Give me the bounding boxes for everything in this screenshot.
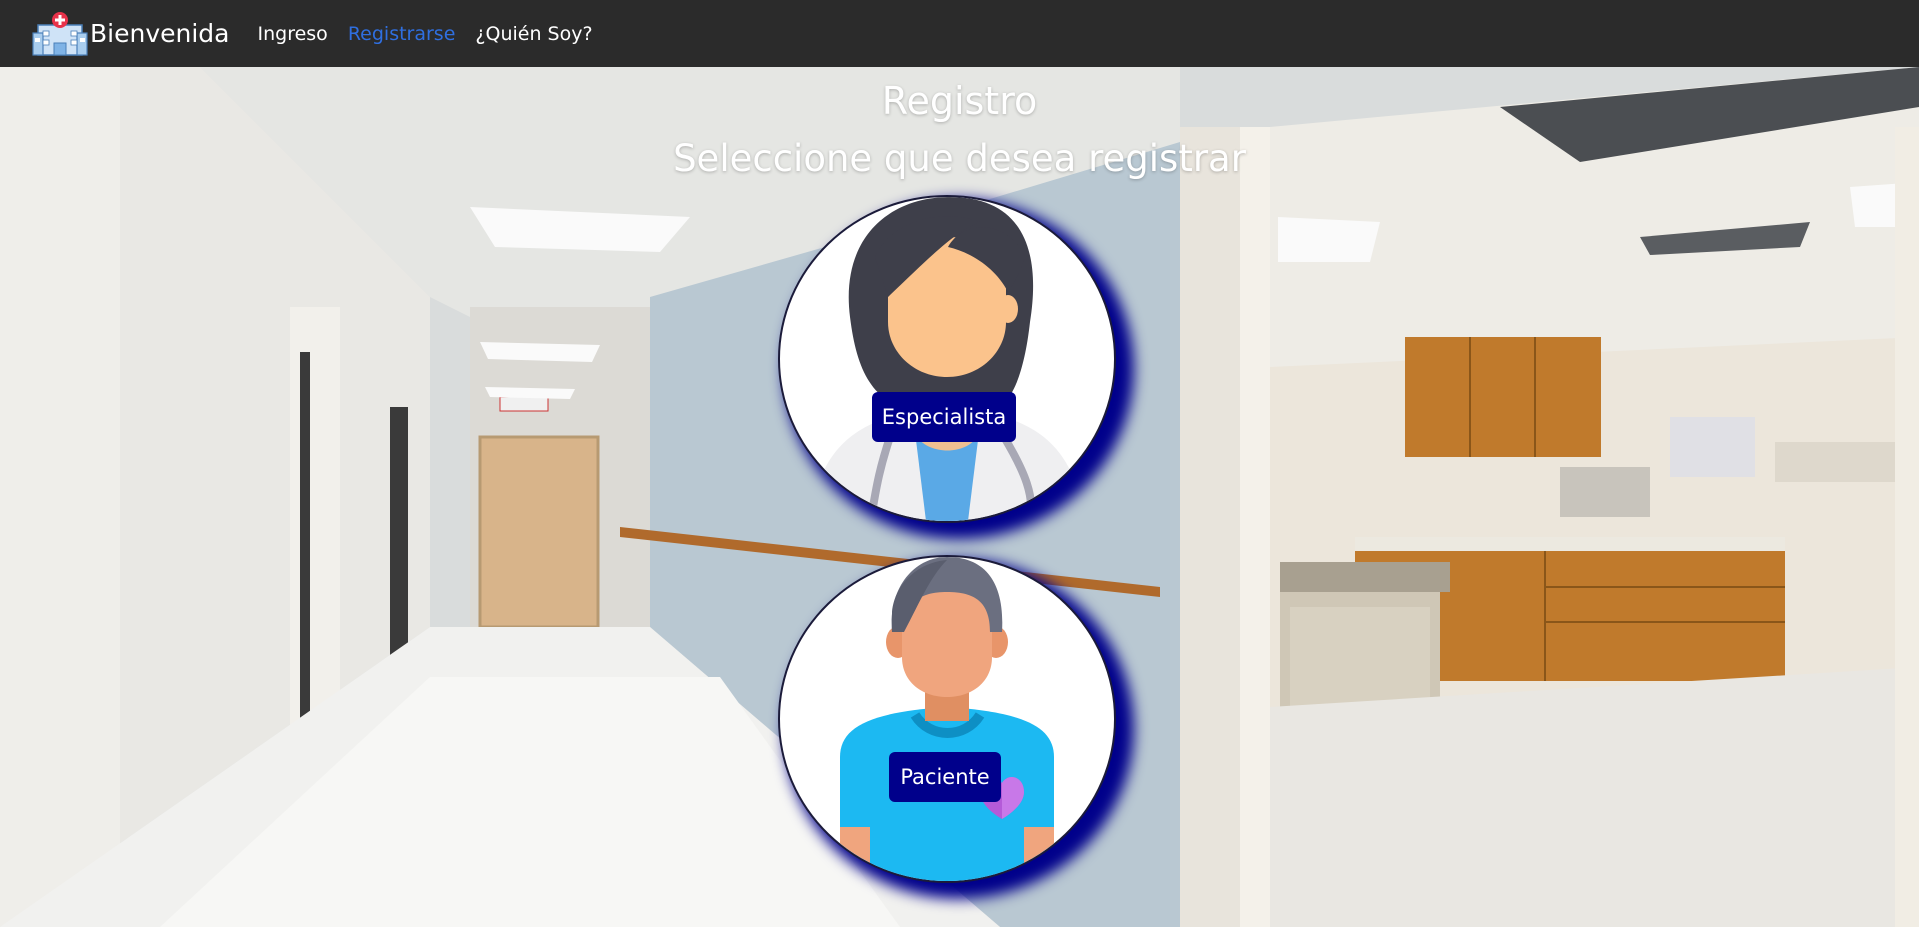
brand-label: Bienvenida xyxy=(90,19,230,48)
nav-link-quien-soy[interactable]: ¿Quién Soy? xyxy=(475,23,592,45)
hero: Registro Seleccione que desea registrar xyxy=(0,67,1919,927)
especialista-button[interactable]: Especialista xyxy=(872,392,1016,442)
paciente-card[interactable] xyxy=(778,555,1116,883)
nav-link-registrarse[interactable]: Registrarse xyxy=(348,23,456,45)
patient-avatar-icon xyxy=(840,557,1054,881)
doctor-avatar-icon xyxy=(810,197,1084,521)
brand-link[interactable]: Bienvenida xyxy=(32,11,229,57)
hospital-icon xyxy=(32,11,88,56)
page-subtitle: Seleccione que desea registrar xyxy=(673,137,1246,180)
especialista-card[interactable] xyxy=(778,195,1116,523)
nav-links: Ingreso Registrarse ¿Quién Soy? xyxy=(257,23,612,45)
nav-link-ingreso[interactable]: Ingreso xyxy=(257,23,327,45)
navbar: Bienvenida Ingreso Registrarse ¿Quién So… xyxy=(0,0,1919,68)
paciente-button[interactable]: Paciente xyxy=(889,752,1001,802)
page-title: Registro xyxy=(881,79,1038,123)
